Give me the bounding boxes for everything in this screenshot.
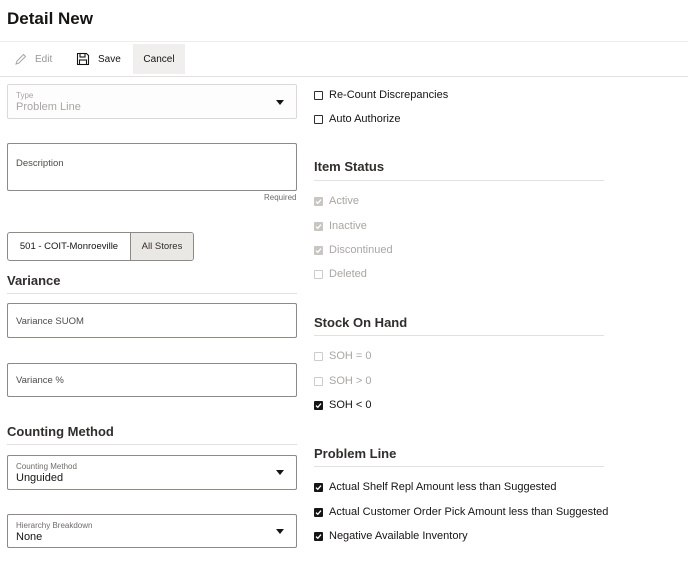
- item-status-deleted-checkbox[interactable]: Deleted: [314, 268, 367, 280]
- chevron-down-icon: [276, 529, 284, 534]
- save-icon: [76, 52, 90, 66]
- hierarchy-breakdown-value: None: [16, 531, 43, 543]
- variance-suom-input[interactable]: Variance SUOM: [7, 303, 297, 338]
- soh-greater-zero-checkbox[interactable]: SOH > 0: [314, 375, 372, 387]
- item-status-active-checkbox[interactable]: Active: [314, 195, 359, 207]
- shelf-repl-checkbox[interactable]: Actual Shelf Repl Amount less than Sugge…: [314, 481, 556, 493]
- check-icon: [315, 533, 322, 539]
- page-title: Detail New: [7, 9, 93, 28]
- auto-authorize-label: Auto Authorize: [329, 113, 401, 125]
- problem-line-divider: [314, 466, 604, 467]
- variance-suom-placeholder: Variance SUOM: [16, 316, 84, 327]
- check-icon: [315, 509, 322, 515]
- item-status-divider: [314, 180, 604, 181]
- soh-label: SOH > 0: [329, 375, 372, 387]
- hierarchy-breakdown-select[interactable]: Hierarchy Breakdown None: [7, 514, 297, 548]
- toolbar-divider: [0, 76, 688, 77]
- store-selector: 501 - COIT-Monroeville All Stores: [7, 232, 194, 261]
- item-status-label: Discontinued: [329, 244, 393, 256]
- check-icon: [315, 402, 322, 408]
- save-label: Save: [98, 53, 121, 65]
- store-option[interactable]: 501 - COIT-Monroeville: [8, 233, 131, 260]
- counting-method-select[interactable]: Counting Method Unguided: [7, 455, 297, 490]
- counting-method-value: Unguided: [16, 472, 64, 484]
- checkbox-box[interactable]: [314, 531, 323, 541]
- check-icon: [315, 247, 322, 253]
- soh-less-zero-checkbox[interactable]: SOH < 0: [314, 399, 372, 411]
- problem-line-label: Actual Customer Order Pick Amount less t…: [329, 506, 609, 518]
- variance-divider: [7, 293, 297, 294]
- checkbox-box[interactable]: [314, 114, 323, 124]
- check-icon: [315, 484, 322, 490]
- check-icon: [315, 223, 322, 229]
- checkbox-box[interactable]: [314, 376, 323, 386]
- recount-discrepancies-label: Re-Count Discrepancies: [329, 89, 449, 101]
- item-status-title: Item Status: [314, 159, 385, 174]
- checkbox-box[interactable]: [314, 507, 323, 517]
- problem-line-title: Problem Line: [314, 446, 397, 461]
- hierarchy-breakdown-label: Hierarchy Breakdown: [16, 521, 93, 530]
- variance-percent-input[interactable]: Variance %: [7, 363, 297, 397]
- checkbox-box[interactable]: [314, 221, 323, 231]
- chevron-down-icon: [276, 470, 284, 475]
- description-placeholder: Description: [16, 158, 64, 169]
- soh-equal-zero-checkbox[interactable]: SOH = 0: [314, 350, 372, 362]
- chevron-down-icon: [276, 100, 284, 105]
- type-value: Problem Line: [16, 101, 81, 113]
- all-stores-option[interactable]: All Stores: [131, 233, 193, 260]
- problem-line-label: Negative Available Inventory: [329, 530, 468, 542]
- item-status-label: Deleted: [329, 268, 367, 280]
- edit-label: Edit: [35, 53, 53, 65]
- customer-order-pick-checkbox[interactable]: Actual Customer Order Pick Amount less t…: [314, 506, 608, 518]
- title-divider: [0, 41, 688, 42]
- counting-method-title: Counting Method: [7, 424, 114, 439]
- stock-on-hand-divider: [314, 335, 604, 336]
- type-select[interactable]: Type Problem Line: [7, 84, 297, 119]
- stock-on-hand-title: Stock On Hand: [314, 315, 408, 330]
- counting-method-divider: [7, 444, 297, 445]
- required-hint: Required: [264, 193, 297, 202]
- edit-button[interactable]: Edit: [8, 44, 62, 74]
- checkbox-box[interactable]: [314, 245, 323, 255]
- problem-line-label: Actual Shelf Repl Amount less than Sugge…: [329, 481, 557, 493]
- check-icon: [315, 198, 322, 204]
- recount-discrepancies-checkbox[interactable]: Re-Count Discrepancies: [314, 89, 448, 101]
- cancel-button[interactable]: Cancel: [133, 44, 185, 74]
- checkbox-box[interactable]: [314, 269, 323, 279]
- item-status-discontinued-checkbox[interactable]: Discontinued: [314, 244, 393, 256]
- description-field[interactable]: Description: [7, 143, 297, 191]
- checkbox-box[interactable]: [314, 196, 323, 206]
- checkbox-box[interactable]: [314, 400, 323, 410]
- counting-method-label: Counting Method: [16, 462, 77, 471]
- variance-percent-placeholder: Variance %: [16, 375, 64, 386]
- item-status-label: Inactive: [329, 220, 367, 232]
- type-label: Type: [16, 91, 34, 100]
- save-button[interactable]: Save: [70, 44, 126, 74]
- checkbox-box[interactable]: [314, 482, 323, 492]
- item-status-inactive-checkbox[interactable]: Inactive: [314, 220, 367, 232]
- pencil-icon: [15, 53, 27, 65]
- variance-title: Variance: [7, 273, 61, 288]
- negative-inventory-checkbox[interactable]: Negative Available Inventory: [314, 530, 468, 542]
- checkbox-box[interactable]: [314, 351, 323, 361]
- soh-label: SOH = 0: [329, 350, 372, 362]
- item-status-label: Active: [329, 195, 359, 207]
- auto-authorize-checkbox[interactable]: Auto Authorize: [314, 113, 401, 125]
- soh-label: SOH < 0: [329, 399, 372, 411]
- checkbox-box[interactable]: [314, 90, 323, 100]
